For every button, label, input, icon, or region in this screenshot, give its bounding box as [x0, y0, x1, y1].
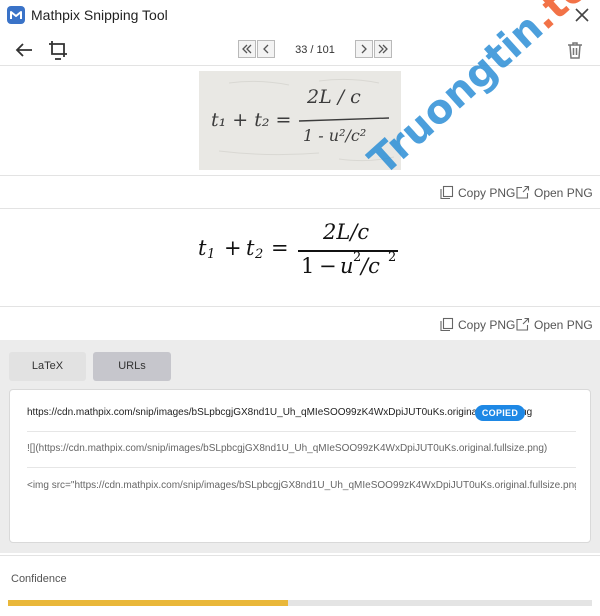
rendered-formula: t 1 + t 2 = 2L/c 1 − u 2 /c 2	[198, 220, 408, 284]
copy-icon	[440, 317, 454, 332]
url-markdown[interactable]: ![](https://cdn.mathpix.com/snip/images/…	[27, 443, 576, 454]
formula-actions: Copy PNG Open PNG	[439, 316, 599, 334]
formula-t2: t	[246, 236, 255, 260]
handwritten-lhs: t₁ + t₂ =	[211, 109, 292, 131]
handwritten-numerator: 2L / c	[307, 86, 361, 108]
url-img-tag[interactable]: <img src="https://cdn.mathpix.com/snip/i…	[27, 480, 576, 491]
double-chevron-left-icon	[242, 44, 252, 54]
formula-den-minus: −	[319, 254, 337, 278]
page-counter: 33 / 101	[295, 44, 335, 56]
confidence-section: Confidence	[0, 555, 600, 616]
copied-badge: COPIED	[475, 405, 525, 421]
tab-urls[interactable]: URLs	[93, 352, 171, 381]
formula-den-c: /c	[361, 254, 380, 278]
chevron-right-icon	[361, 44, 367, 54]
crop-monitor-icon	[49, 41, 67, 60]
confidence-bar	[8, 600, 592, 606]
image-actions: Copy PNG Open PNG	[439, 184, 599, 202]
url-divider	[27, 431, 576, 432]
chevron-left-icon	[263, 44, 269, 54]
url-list: https://cdn.mathpix.com/snip/images/bSLp…	[9, 389, 591, 543]
delete-button[interactable]	[563, 38, 587, 62]
formula-sub2: 2	[255, 247, 264, 262]
mathpix-logo-icon	[7, 6, 25, 24]
last-page-button[interactable]	[374, 40, 392, 58]
tab-latex[interactable]: LaTeX	[9, 352, 86, 381]
open-png-label: Open PNG	[534, 186, 593, 200]
prev-page-button[interactable]	[257, 40, 275, 58]
copy-png-label: Copy PNG	[458, 186, 516, 200]
confidence-bar-fill	[8, 600, 289, 606]
crop-button[interactable]	[46, 38, 70, 62]
formula-equals: =	[271, 236, 289, 260]
open-png-label: Open PNG	[534, 318, 593, 332]
formula-sup-c: 2	[388, 250, 397, 265]
first-page-button[interactable]	[238, 40, 256, 58]
trash-icon	[568, 42, 582, 59]
confidence-label: Confidence	[11, 573, 67, 585]
double-chevron-right-icon	[378, 44, 388, 54]
divider	[0, 208, 600, 209]
url-divider	[27, 467, 576, 468]
external-link-icon	[516, 185, 530, 199]
formula-den-u: u	[340, 254, 354, 278]
arrow-left-icon	[15, 43, 32, 57]
copy-icon	[440, 185, 454, 200]
fraction-bar	[298, 250, 398, 252]
divider	[0, 306, 600, 307]
output-panel: LaTeX URLs https://cdn.mathpix.com/snip/…	[0, 340, 600, 553]
formula-den-one: 1	[301, 254, 315, 278]
formula-numerator: 2L/c	[323, 220, 370, 244]
external-link-icon	[516, 317, 530, 331]
formula-sub1: 1	[207, 247, 216, 262]
handwritten-denominator: 1 - u²/c²	[303, 126, 367, 145]
formula-plus: +	[224, 236, 242, 260]
next-page-button[interactable]	[355, 40, 373, 58]
back-button[interactable]	[12, 38, 36, 62]
copy-png-label: Copy PNG	[458, 318, 516, 332]
app-title: Mathpix Snipping Tool	[31, 7, 168, 23]
divider	[0, 175, 600, 176]
formula-t1: t	[198, 236, 207, 260]
